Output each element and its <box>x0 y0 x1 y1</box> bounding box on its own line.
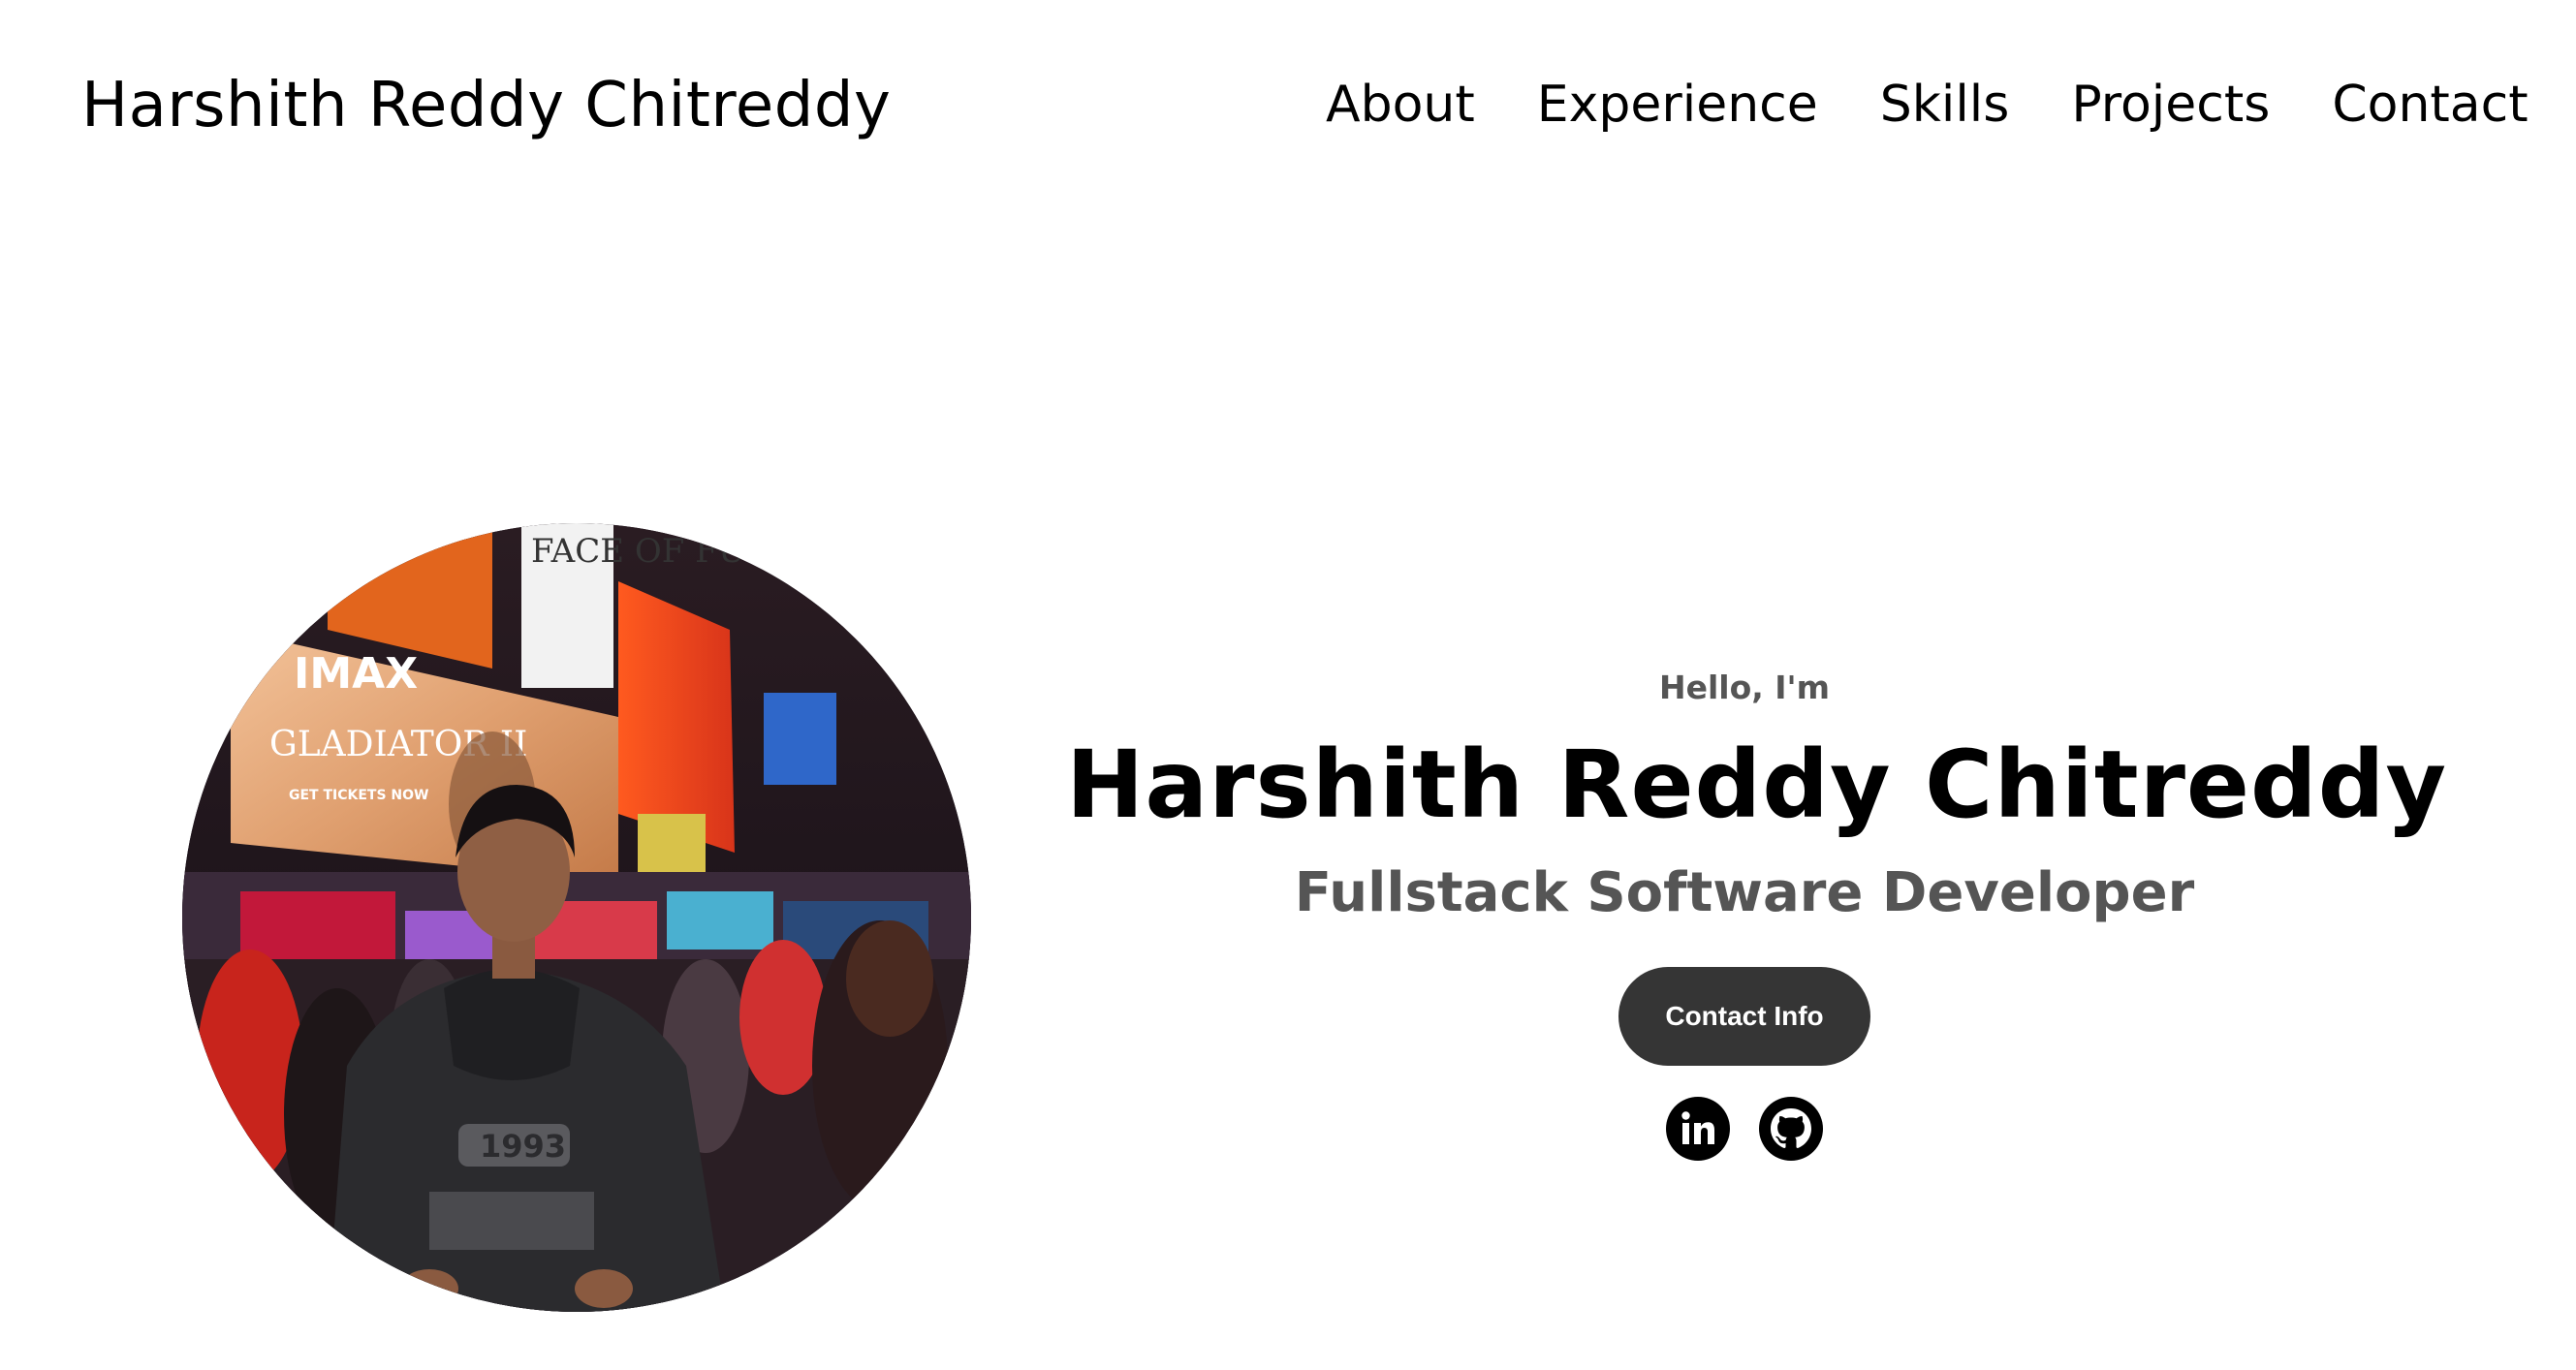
github-icon[interactable] <box>1759 1097 1823 1161</box>
nav-link-contact[interactable]: Contact <box>2332 76 2528 134</box>
nav-item-projects: Projects <box>2071 76 2270 134</box>
nav-item-contact: Contact <box>2332 76 2528 134</box>
hero-role: Fullstack Software Developer <box>1294 861 2195 924</box>
profile-photo: FACE OF FUT IMAX GLADIATOR II GET TICKET… <box>182 523 971 1312</box>
hero-greeting: Hello, I'm <box>1658 669 1831 706</box>
billboard-text-tickets: GET TICKETS NOW <box>289 788 429 803</box>
hero-actions: Contact Info <box>1066 967 2423 1066</box>
nav-item-experience: Experience <box>1537 76 1818 134</box>
hoodie-text: 1993 <box>480 1128 566 1165</box>
billboard-text-imax: IMAX <box>294 649 418 699</box>
social-links <box>1066 1097 2423 1161</box>
nav-link-about[interactable]: About <box>1326 76 1475 134</box>
nav-item-skills: Skills <box>1880 76 2010 134</box>
nav-link-projects[interactable]: Projects <box>2071 76 2270 134</box>
contact-info-button[interactable]: Contact Info <box>1618 967 1870 1066</box>
billboard-text-face: FACE OF FUT <box>531 532 768 571</box>
hero-section: Hello, I'm Harshith Reddy Chitreddy Full… <box>1066 659 2448 1161</box>
nav-link-skills[interactable]: Skills <box>1880 76 2010 134</box>
hero-name: Harshith Reddy Chitreddy <box>1066 731 2448 839</box>
page: Harshith Reddy Chitreddy About Experienc… <box>0 0 2576 1370</box>
nav-list: About Experience Skills Projects Contact <box>1326 76 2529 134</box>
linkedin-icon[interactable] <box>1666 1097 1730 1161</box>
nav-link-experience[interactable]: Experience <box>1537 76 1818 134</box>
nav-item-about: About <box>1326 76 1475 134</box>
profile-photo-illustration: FACE OF FUT IMAX GLADIATOR II GET TICKET… <box>182 523 971 1312</box>
site-name[interactable]: Harshith Reddy Chitreddy <box>81 70 891 141</box>
